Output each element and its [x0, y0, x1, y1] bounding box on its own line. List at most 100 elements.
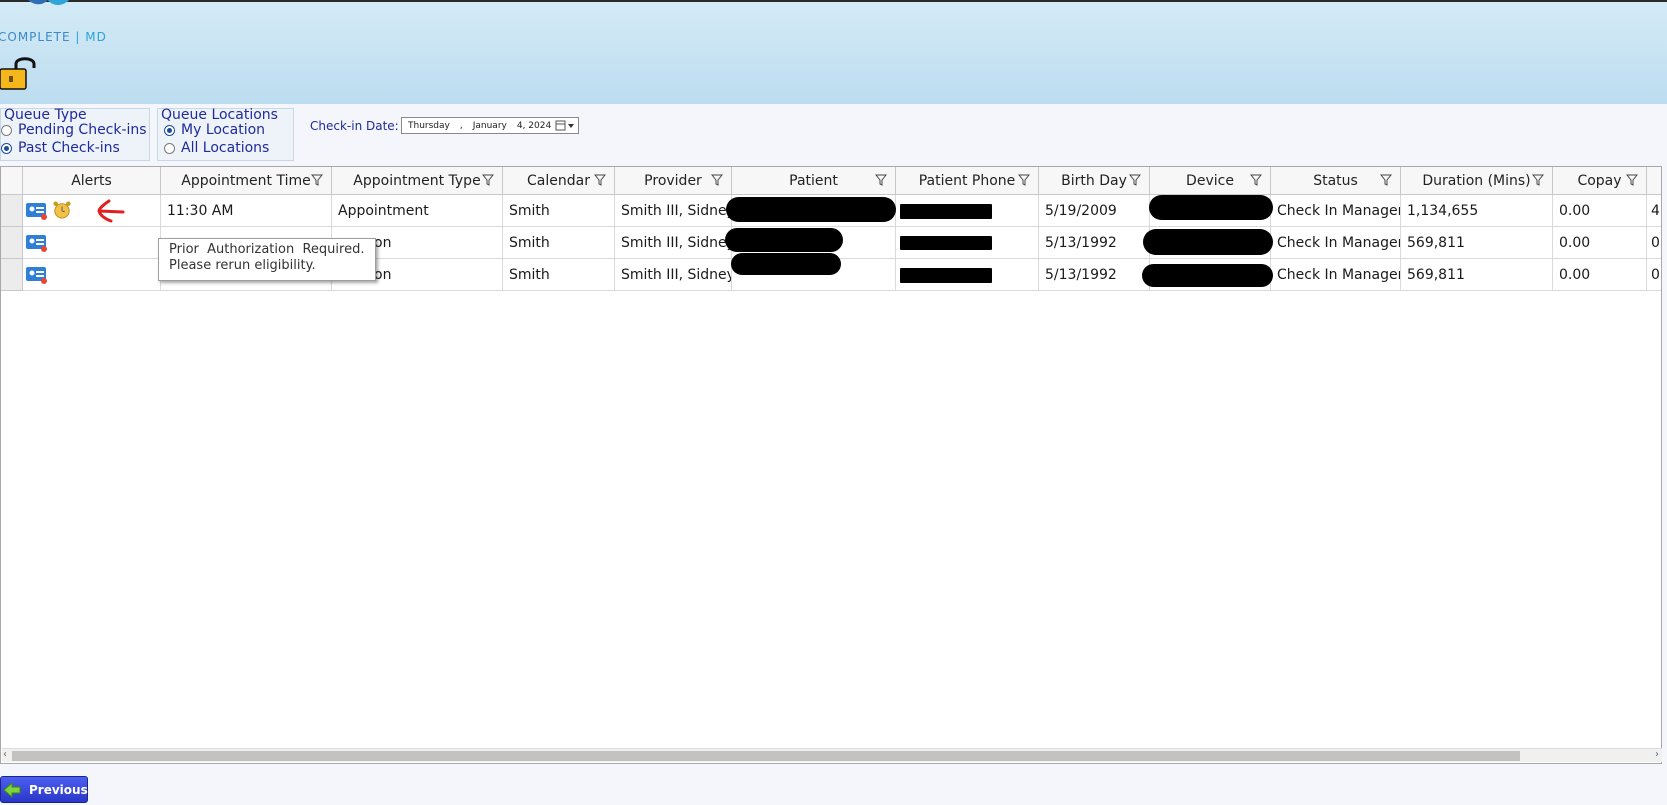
col-header-patient-phone[interactable]: Patient Phone	[896, 167, 1039, 195]
filter-icon[interactable]	[311, 174, 323, 186]
row-selector[interactable]	[1, 227, 23, 259]
alarm-clock-alert-icon[interactable]	[51, 201, 73, 219]
radio-my-location-label: My Location	[181, 122, 266, 138]
row-selector[interactable]	[1, 259, 23, 291]
filter-icon[interactable]	[1018, 174, 1030, 186]
copay-cell[interactable]: 0.00	[1553, 259, 1647, 291]
birth-day-cell[interactable]: 5/19/2009	[1039, 195, 1150, 227]
appointment-time-cell[interactable]: 11:30 AM	[161, 195, 332, 227]
calendar-cell[interactable]: Smith	[503, 227, 615, 259]
radio-all-locations[interactable]: All Locations	[164, 140, 269, 156]
duration-cell[interactable]: 569,811	[1401, 259, 1553, 291]
date-month[interactable]: January	[473, 121, 507, 131]
filter-icon[interactable]	[1380, 174, 1392, 186]
radio-past-label: Past Check-ins	[18, 140, 120, 156]
redaction-phone	[900, 268, 992, 283]
insurance-card-alert-icon[interactable]	[26, 266, 48, 284]
col-header-copay[interactable]: Copay	[1553, 167, 1647, 195]
provider-cell[interactable]: Smith III, Sidney	[615, 195, 732, 227]
radio-pending-label: Pending Check-ins	[18, 122, 147, 138]
redaction-patient	[725, 228, 843, 252]
alerts-cell	[23, 227, 161, 259]
overflow-cell[interactable]: 0	[1647, 259, 1661, 291]
overflow-cell[interactable]: 0	[1647, 227, 1661, 259]
filter-icon[interactable]	[1532, 174, 1544, 186]
col-status-label: Status	[1313, 172, 1358, 189]
radio-pending-checkins[interactable]: Pending Check-ins	[1, 122, 147, 138]
duration-cell[interactable]: 569,811	[1401, 227, 1553, 259]
redaction-phone	[900, 236, 992, 250]
radio-all-locations-label: All Locations	[181, 140, 270, 156]
overflow-cell[interactable]: 4	[1647, 195, 1661, 227]
redaction-device	[1149, 195, 1273, 220]
copay-cell[interactable]: 0.00	[1553, 195, 1647, 227]
filter-icon[interactable]	[711, 174, 723, 186]
col-header-overflow	[1647, 167, 1661, 195]
queue-locations-group: Queue Locations My Location All Location…	[157, 107, 294, 161]
filter-icon[interactable]	[1250, 174, 1262, 186]
row-selector-header	[1, 167, 23, 195]
col-duration-label: Duration (Mins)	[1422, 172, 1531, 189]
col-header-device[interactable]: Device	[1150, 167, 1271, 195]
previous-button-label: Previous	[29, 782, 88, 797]
row-selector[interactable]	[1, 195, 23, 227]
filter-icon[interactable]	[594, 174, 606, 186]
annotation-arrow-icon	[97, 199, 125, 223]
queue-locations-title: Queue Locations	[161, 107, 278, 123]
insurance-card-alert-icon[interactable]	[26, 234, 48, 252]
appointment-type-cell[interactable]: Appointment	[332, 195, 503, 227]
radio-pending-indicator[interactable]	[1, 124, 12, 136]
radio-past-indicator[interactable]	[1, 142, 12, 154]
date-weekday[interactable]: Thursday	[408, 121, 450, 131]
col-header-duration[interactable]: Duration (Mins)	[1401, 167, 1553, 195]
horizontal-scrollbar[interactable]: ‹ ›	[2, 748, 1662, 762]
filter-icon[interactable]	[1129, 174, 1141, 186]
filter-icon[interactable]	[482, 174, 494, 186]
radio-my-location-indicator[interactable]	[164, 124, 175, 136]
calendar-dropdown-button[interactable]	[554, 119, 576, 132]
tooltip-line-2: Please rerun eligibility.	[169, 258, 316, 273]
radio-my-location[interactable]: My Location	[164, 122, 265, 138]
radio-all-locations-indicator[interactable]	[164, 142, 175, 154]
birth-day-cell[interactable]: 5/13/1992	[1039, 227, 1150, 259]
duration-cell[interactable]: 1,134,655	[1401, 195, 1553, 227]
col-provider-label: Provider	[644, 172, 702, 189]
calendar-cell[interactable]: Smith	[503, 195, 615, 227]
col-header-patient[interactable]: Patient	[732, 167, 896, 195]
checkin-date-picker[interactable]: Thursday , January 4, 2024	[401, 117, 579, 134]
col-copay-label: Copay	[1577, 172, 1622, 189]
queue-type-title: Queue Type	[4, 107, 87, 123]
status-cell[interactable]: Check In Manager	[1271, 259, 1401, 291]
unlock-icon[interactable]	[0, 54, 40, 92]
col-alerts-label: Alerts	[71, 172, 112, 189]
alert-tooltip: Prior Authorization Required. Please rer…	[158, 238, 376, 281]
col-header-provider[interactable]: Provider	[615, 167, 732, 195]
queue-type-group: Queue Type Pending Check-ins Past Check-…	[0, 107, 150, 161]
status-cell[interactable]: Check In Manager	[1271, 195, 1401, 227]
filter-icon[interactable]	[875, 174, 887, 186]
col-header-alerts[interactable]: Alerts	[23, 167, 161, 195]
copay-cell[interactable]: 0.00	[1553, 227, 1647, 259]
scrollbar-thumb[interactable]	[12, 751, 1520, 761]
date-day-year[interactable]: 4, 2024	[517, 121, 551, 131]
scroll-right-icon[interactable]: ›	[1655, 749, 1659, 760]
col-header-appointment-type[interactable]: Appointment Type	[332, 167, 503, 195]
radio-past-checkins[interactable]: Past Check-ins	[1, 140, 120, 156]
provider-cell[interactable]: Smith III, Sidney	[615, 259, 732, 291]
redaction-phone	[900, 204, 992, 219]
insurance-card-alert-icon[interactable]	[26, 202, 48, 220]
status-cell[interactable]: Check In Manager	[1271, 227, 1401, 259]
provider-cell[interactable]: Smith III, Sidney	[615, 227, 732, 259]
col-header-birth-day[interactable]: Birth Day	[1039, 167, 1150, 195]
calendar-cell[interactable]: Smith	[503, 259, 615, 291]
logo-icon	[28, 0, 69, 5]
col-header-status[interactable]: Status	[1271, 167, 1401, 195]
col-header-calendar[interactable]: Calendar	[503, 167, 615, 195]
scroll-left-icon[interactable]: ‹	[3, 749, 7, 760]
col-appt-type-label: Appointment Type	[353, 172, 481, 189]
previous-button[interactable]: Previous	[0, 776, 88, 803]
filter-icon[interactable]	[1626, 174, 1638, 186]
col-header-appointment-time[interactable]: Appointment Time	[161, 167, 332, 195]
brand-suffix: | MD	[75, 30, 107, 44]
birth-day-cell[interactable]: 5/13/1992	[1039, 259, 1150, 291]
